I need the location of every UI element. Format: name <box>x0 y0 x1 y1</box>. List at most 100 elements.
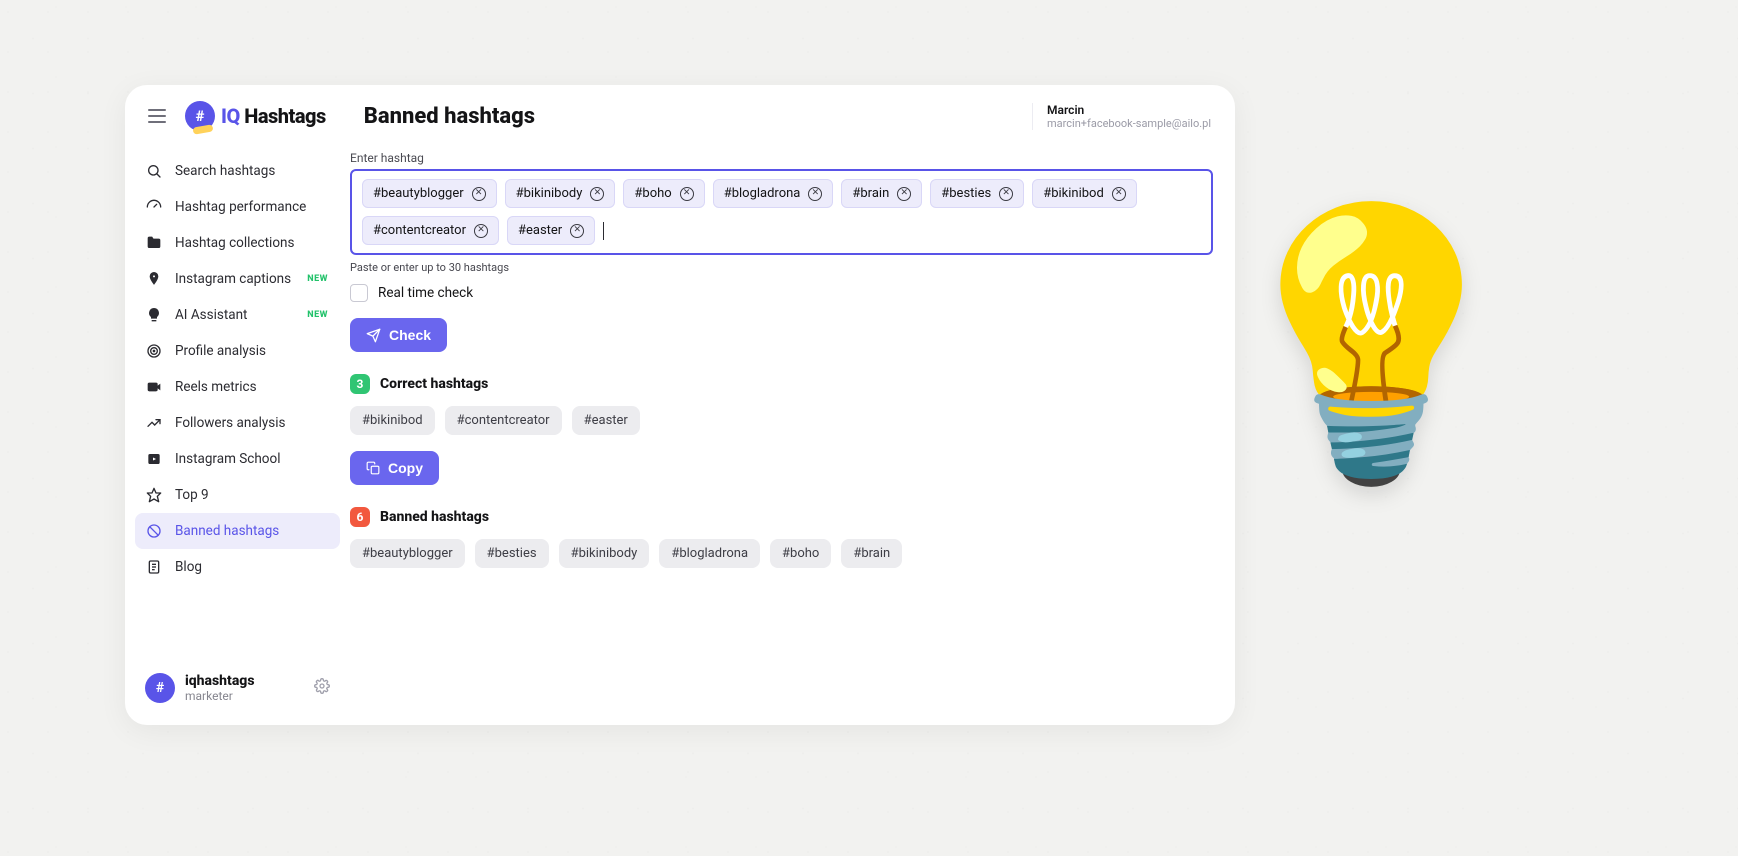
gauge-icon <box>145 198 163 216</box>
sidebar-item-label: Instagram captions <box>175 271 291 287</box>
account-row[interactable]: # iqhashtags marketer <box>135 665 340 711</box>
check-button-label: Check <box>389 327 431 343</box>
sidebar-item-blog[interactable]: Blog <box>135 549 340 585</box>
remove-chip-button[interactable]: ✕ <box>472 187 486 201</box>
hashtag-chip: #bikinibod✕ <box>1032 179 1137 208</box>
hashtag-chip: #bikinibody ✕ <box>505 179 616 208</box>
remove-chip-button[interactable]: ✕ <box>897 187 911 201</box>
target-icon <box>145 342 163 360</box>
user-email: marcin+facebook-sample@ailo.pl <box>1047 117 1211 130</box>
hashtag-chip-label: #blogladrona <box>724 186 801 201</box>
sidebar-item-label: Hashtag collections <box>175 235 294 251</box>
remove-chip-button[interactable]: ✕ <box>570 224 584 238</box>
sidebar-item-instagram-school[interactable]: Instagram School <box>135 441 340 477</box>
folder-icon <box>145 234 163 252</box>
brand-logo[interactable]: # IQ Hashtags <box>185 101 326 131</box>
account-handle: iqhashtags <box>185 673 304 689</box>
logo-text: IQ Hashtags <box>221 104 326 128</box>
sidebar-item-label: Instagram School <box>175 451 280 467</box>
account-avatar: # <box>145 673 175 703</box>
sidebar-item-reels-metrics[interactable]: Reels metrics <box>135 369 340 405</box>
sidebar-item-banned-hashtags[interactable]: Banned hashtags <box>135 513 340 549</box>
sidebar-item-label: AI Assistant <box>175 307 247 323</box>
account-settings-button[interactable] <box>314 678 330 698</box>
hashtag-chip: #brain ✕ <box>841 179 922 208</box>
hashtag-chip: #blogladrona ✕ <box>713 179 834 208</box>
hashtag-pill: #bikinibody <box>559 539 650 568</box>
new-badge: NEW <box>307 310 328 320</box>
hashtag-chip-label: #contentcreator <box>373 223 466 238</box>
correct-hashtags-list: #bikinibod#contentcreator#easter <box>350 406 1213 435</box>
banned-hashtags-list: #beautyblogger#besties#bikinibody#blogla… <box>350 539 1213 568</box>
logo-badge: # <box>185 101 215 131</box>
sidebar-item-label: Banned hashtags <box>175 523 279 539</box>
remove-chip-button[interactable]: ✕ <box>680 187 694 201</box>
hashtag-chip-label: #boho <box>634 186 671 201</box>
send-icon <box>366 328 381 343</box>
remove-chip-button[interactable]: ✕ <box>999 187 1013 201</box>
body: Search hashtags Hashtag performance Hashta… <box>125 147 1235 725</box>
search-icon <box>145 162 163 180</box>
remove-chip-button[interactable]: ✕ <box>808 187 822 201</box>
trend-icon <box>145 414 163 432</box>
copy-button-label: Copy <box>388 460 423 476</box>
hashtag-chip-label: #bikinibody <box>516 186 583 201</box>
hashtag-chip-label: #brain <box>852 186 889 201</box>
sidebar-item-label: Followers analysis <box>175 415 286 431</box>
hashtag-chip: #easter ✕ <box>507 216 595 245</box>
hamburger-icon <box>148 109 166 123</box>
hashtag-pill: #besties <box>475 539 549 568</box>
hashtag-chip-label: #easter <box>518 223 562 238</box>
sidebar-item-label: Reels metrics <box>175 379 257 395</box>
realtime-checkbox[interactable] <box>350 284 368 302</box>
topbar: # IQ Hashtags Banned hashtags Marcin mar… <box>125 85 1235 147</box>
logo-hash: # <box>196 107 205 125</box>
sidebar-item-hashtag-collections[interactable]: Hashtag collections <box>135 225 340 261</box>
hashtag-chip: #besties ✕ <box>930 179 1024 208</box>
copy-icon <box>366 461 380 475</box>
remove-chip-button[interactable]: ✕ <box>1112 187 1126 201</box>
banned-count-badge: 6 <box>350 507 370 527</box>
sidebar-item-instagram-captions[interactable]: Instagram captionsNEW <box>135 261 340 297</box>
sidebar-item-top-9[interactable]: Top 9 <box>135 477 340 513</box>
input-helper: Paste or enter up to 30 hashtags <box>350 261 1213 274</box>
app-window: # IQ Hashtags Banned hashtags Marcin mar… <box>125 85 1235 725</box>
lightbulb-decoration: 💡 <box>1209 215 1533 475</box>
hashtag-chip-label: #beautyblogger <box>373 186 464 201</box>
sidebar-item-hashtag-performance[interactable]: Hashtag performance <box>135 189 340 225</box>
check-button[interactable]: Check <box>350 318 447 352</box>
sidebar-item-ai-assistant[interactable]: AI Assistant NEW <box>135 297 340 333</box>
hashtag-chip-label: #besties <box>941 186 991 201</box>
sidebar: Search hashtags Hashtag performance Hashta… <box>125 147 350 725</box>
input-label: Enter hashtag <box>350 151 1213 165</box>
sidebar-item-profile-analysis[interactable]: Profile analysis <box>135 333 340 369</box>
banned-title: Banned hashtags <box>380 509 489 525</box>
copy-button[interactable]: Copy <box>350 451 439 485</box>
sidebar-items: Search hashtags Hashtag performance Hashta… <box>135 153 340 585</box>
correct-title: Correct hashtags <box>380 376 488 392</box>
sidebar-item-label: Search hashtags <box>175 163 275 179</box>
realtime-label: Real time check <box>378 285 473 301</box>
sidebar-item-label: Profile analysis <box>175 343 266 359</box>
sidebar-item-label: Hashtag performance <box>175 199 306 215</box>
sidebar-item-followers-analysis[interactable]: Followers analysis <box>135 405 340 441</box>
remove-chip-button[interactable]: ✕ <box>474 224 488 238</box>
banned-section: 6 Banned hashtags #beautyblogger#besties… <box>350 507 1213 568</box>
user-menu[interactable]: Marcin marcin+facebook-sample@ailo.pl <box>1032 103 1217 130</box>
hashtag-chip: #contentcreator ✕ <box>362 216 499 245</box>
correct-count-badge: 3 <box>350 374 370 394</box>
sidebar-item-search-hashtags[interactable]: Search hashtags <box>135 153 340 189</box>
bulb-icon <box>145 306 163 324</box>
hashtag-pill: #boho <box>770 539 831 568</box>
remove-chip-button[interactable]: ✕ <box>590 187 604 201</box>
star-icon <box>145 486 163 504</box>
ban-icon <box>145 522 163 540</box>
menu-toggle-button[interactable] <box>143 102 171 130</box>
user-name: Marcin <box>1047 103 1084 117</box>
hashtag-input[interactable]: #beautyblogger✕#bikinibody✕#boho✕#blogla… <box>350 169 1213 255</box>
hashtag-pill: #contentcreator <box>445 406 562 435</box>
pin-icon <box>145 270 163 288</box>
page-title: Banned hashtags <box>364 104 535 129</box>
realtime-row: Real time check <box>350 284 1213 302</box>
sidebar-item-label: Top 9 <box>175 487 209 503</box>
